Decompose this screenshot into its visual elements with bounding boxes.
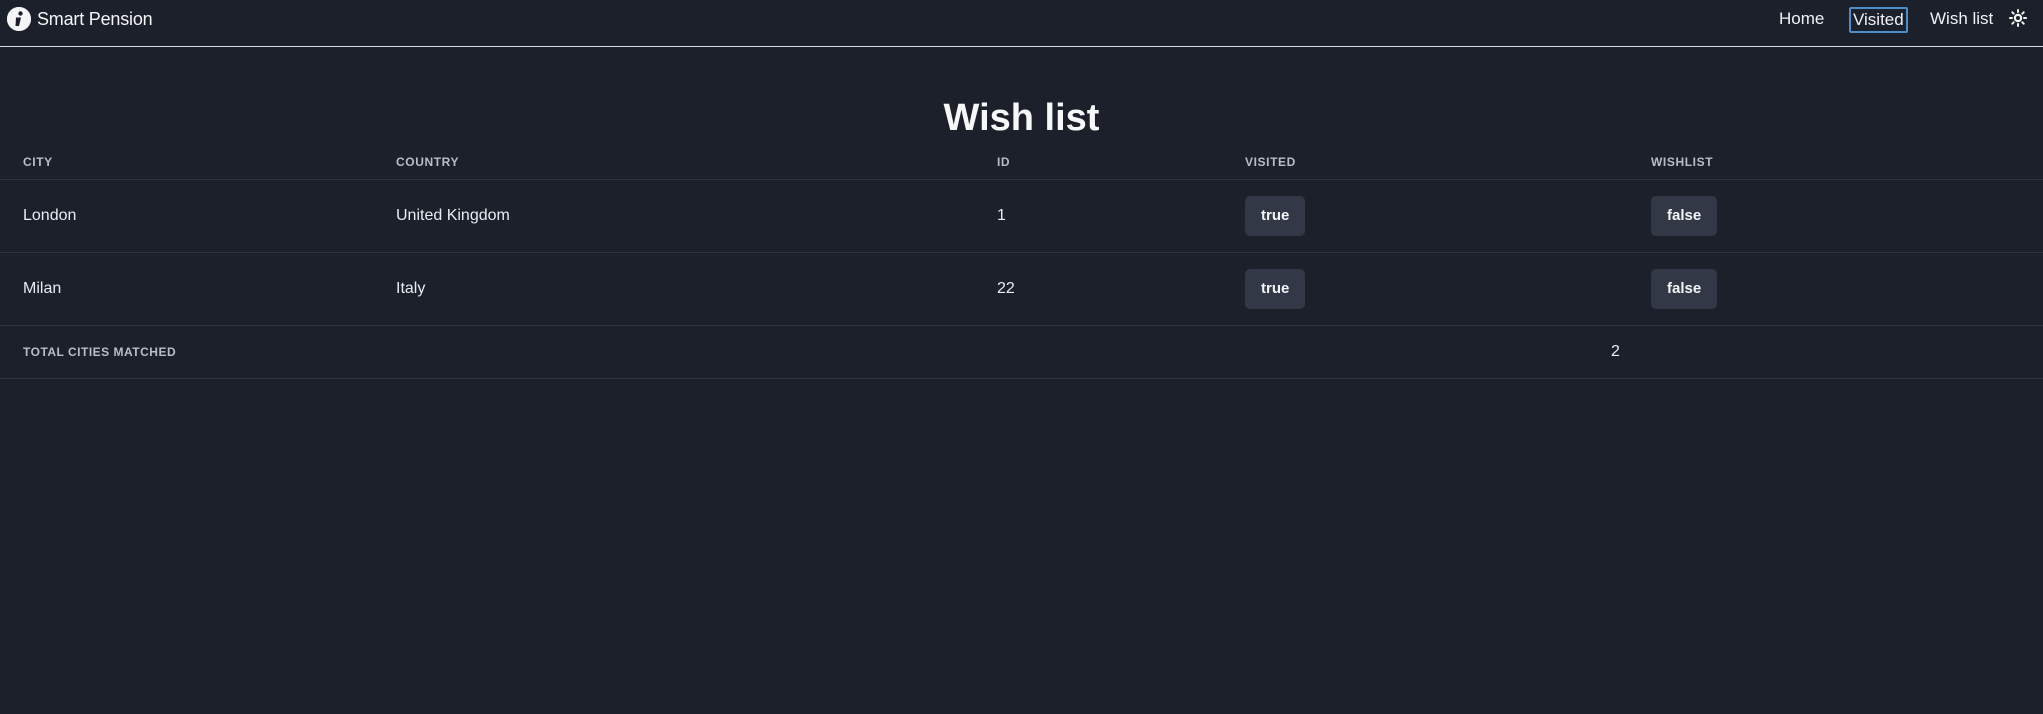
column-header-visited[interactable]: VISITED (1245, 144, 1296, 179)
cell-visited: true (1245, 180, 1306, 252)
theme-toggle-sun-icon[interactable] (2009, 9, 2027, 27)
cell-id: 22 (997, 280, 1015, 297)
top-navigation-bar: Smart Pension Home Visited Wish list (0, 0, 2043, 47)
column-header-id[interactable]: ID (997, 144, 1010, 179)
column-header-wishlist[interactable]: WISHLIST (1651, 144, 1713, 179)
visited-toggle-button[interactable]: true (1245, 196, 1306, 236)
smart-pension-logo-icon (7, 7, 31, 31)
total-cities-label: TOTAL CITIES MATCHED (23, 345, 177, 359)
visited-toggle-button[interactable]: true (1245, 269, 1306, 309)
nav-link-visited[interactable]: Visited (1849, 7, 1908, 33)
table-footer-row: TOTAL CITIES MATCHED 2 (0, 326, 2043, 379)
column-header-country[interactable]: COUNTRY (396, 144, 459, 179)
page-title: Wish list (943, 97, 1100, 139)
nav-link-wish-list[interactable]: Wish list (1930, 7, 1993, 33)
wishlist-toggle-button[interactable]: false (1651, 269, 1718, 309)
table-header-row: CITY COUNTRY ID VISITED WISHLIST (0, 144, 2043, 180)
cell-country: Italy (396, 280, 426, 297)
brand-logo-link[interactable]: Smart Pension (7, 7, 153, 31)
cell-wishlist: false (1651, 180, 1718, 252)
cell-country: United Kingdom (396, 207, 510, 224)
cell-visited: true (1245, 253, 1306, 325)
brand-name: Smart Pension (37, 8, 153, 29)
cell-id: 1 (997, 207, 1006, 224)
total-cities-count: 2 (1611, 343, 1620, 360)
cell-wishlist: false (1651, 253, 1718, 325)
cell-city: Milan (23, 280, 62, 297)
nav-link-home[interactable]: Home (1779, 7, 1824, 33)
wishlist-toggle-button[interactable]: false (1651, 196, 1718, 236)
column-header-city[interactable]: CITY (23, 144, 53, 179)
cell-city: London (23, 207, 77, 224)
table-row: Milan Italy 22 true false (0, 253, 2043, 326)
table-row: London United Kingdom 1 true false (0, 180, 2043, 253)
